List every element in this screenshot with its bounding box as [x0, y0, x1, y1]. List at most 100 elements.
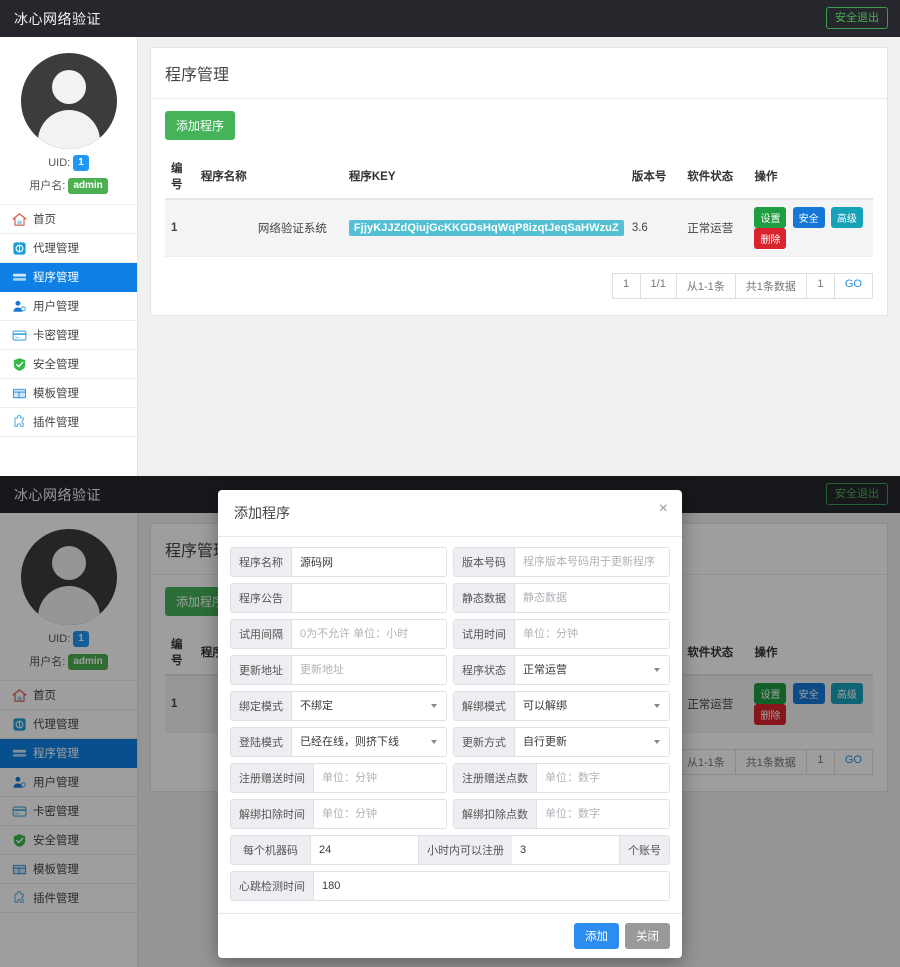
pager-total: 共1条数据	[735, 750, 807, 774]
close-icon[interactable]: ×	[659, 501, 668, 517]
pager-range: 从1-1条	[676, 274, 736, 298]
trial-time-input[interactable]	[515, 620, 669, 648]
unbind-mode-select[interactable]: 可以解绑不可解绑	[515, 692, 669, 720]
sidebar-item-security[interactable]: 安全管理	[0, 350, 137, 380]
row-action-security[interactable]: 安全	[792, 683, 825, 704]
username-badge: admin	[68, 654, 108, 671]
machine-code-accounts-input[interactable]	[512, 836, 619, 864]
form-row: 试用间隔 试用时间	[230, 619, 670, 649]
sidebar-item-card[interactable]: 卡密管理	[0, 321, 137, 351]
update-url-input[interactable]	[292, 656, 446, 684]
avatar	[20, 53, 117, 149]
sidebar-item-agent[interactable]: 代理管理	[0, 234, 137, 264]
pager-jump-input[interactable]: 1	[806, 274, 835, 298]
column-header-id: 编号	[165, 630, 197, 676]
unbind-deduct-points-input[interactable]	[537, 800, 669, 828]
field-program-status: 程序状态 正常运营暂停运营维护中	[453, 655, 670, 685]
sidebar-item-card[interactable]: 卡密管理	[0, 797, 137, 827]
column-header-status: 软件状态	[683, 154, 751, 200]
field-label: 静态数据	[454, 584, 515, 612]
sidebar-nav: 首页 代理管理 程序管理 用户管理 卡密管理 安全管理 模板管理 插件管理	[0, 205, 137, 438]
pager-go-button[interactable]: GO	[834, 750, 873, 774]
sidebar-item-user[interactable]: 用户管理	[0, 768, 137, 798]
field-label: 每个机器码	[231, 836, 311, 864]
submit-button[interactable]: 添加	[574, 923, 619, 949]
user-icon	[12, 299, 27, 314]
sidebar-item-label: 程序管理	[33, 272, 79, 285]
top-navbar: 冰心网络验证 安全退出	[0, 0, 900, 37]
program-name-input[interactable]	[292, 548, 446, 576]
program-icon	[12, 270, 27, 285]
form-row: 登陆模式 已经在线，则挤下线已经在线，则禁止登陆 更新方式 自行更新强制更新	[230, 727, 670, 757]
add-program-button[interactable]: 添加程序	[165, 111, 236, 140]
sidebar-item-home[interactable]: 首页	[0, 681, 137, 711]
version-code-input[interactable]	[515, 548, 669, 576]
field-label: 注册赠送点数	[454, 764, 537, 792]
pager-go-button[interactable]: GO	[834, 274, 873, 298]
row-action-security[interactable]: 安全	[792, 207, 825, 228]
machine-code-hours-input[interactable]	[311, 836, 418, 864]
program-status-select[interactable]: 正常运营暂停运营维护中	[515, 656, 669, 684]
chevron-down-icon: 已经在线，则挤下线已经在线，则禁止登陆	[292, 728, 446, 756]
shield-icon	[12, 357, 27, 372]
sidebar-item-plugin[interactable]: 插件管理	[0, 408, 137, 438]
update-method-select[interactable]: 自行更新强制更新	[515, 728, 669, 756]
field-program-notice: 程序公告	[230, 583, 447, 613]
user-profile: UID: 1 用户名: admin	[0, 513, 137, 682]
user-profile: UID: 1 用户名: admin	[0, 37, 137, 206]
row-action-advanced[interactable]: 高级	[830, 683, 863, 704]
sidebar-item-template[interactable]: 模板管理	[0, 855, 137, 885]
bind-mode-select[interactable]: 不绑定绑定机器码绑定IP	[292, 692, 446, 720]
pager-jump-input[interactable]: 1	[806, 750, 835, 774]
form-row-machine-code: 每个机器码 小时内可以注册 个账号	[230, 835, 670, 865]
cancel-button[interactable]: 关闭	[625, 923, 670, 949]
program-panel: 程序管理 添加程序 编号 程序名称 程序KEY 版本号 软件状态 操作 1 网络…	[150, 47, 888, 316]
sidebar-item-agent[interactable]: 代理管理	[0, 710, 137, 740]
chevron-down-icon: 可以解绑不可解绑	[515, 692, 669, 720]
cell-version: 3.6	[627, 199, 684, 257]
trial-interval-input[interactable]	[292, 620, 446, 648]
heartbeat-time-input[interactable]	[314, 872, 669, 900]
column-header-actions: 操作	[750, 154, 873, 200]
field-label: 登陆模式	[231, 728, 292, 756]
table-header-row: 编号 程序名称 程序KEY 版本号 软件状态 操作	[165, 154, 873, 200]
field-program-name: 程序名称	[230, 547, 447, 577]
unbind-deduct-time-input[interactable]	[314, 800, 446, 828]
program-notice-input[interactable]	[292, 584, 446, 612]
sidebar-item-security[interactable]: 安全管理	[0, 826, 137, 856]
login-mode-select[interactable]: 已经在线，则挤下线已经在线，则禁止登陆	[292, 728, 446, 756]
field-trial-time: 试用时间	[453, 619, 670, 649]
sidebar-item-plugin[interactable]: 插件管理	[0, 884, 137, 914]
program-key-chip[interactable]: FjjyKJJZdQiujGcKKGDsHqWqP8izqtJeqSaHWzuZ	[348, 220, 624, 236]
uid-line: UID: 1	[0, 155, 137, 171]
form-row: 程序公告 静态数据	[230, 583, 670, 613]
column-header-key: 程序KEY	[344, 154, 628, 200]
field-label: 试用时间	[454, 620, 515, 648]
sidebar-item-home[interactable]: 首页	[0, 205, 137, 235]
modal-title: 添加程序	[234, 505, 290, 521]
field-label: 解绑扣除点数	[454, 800, 537, 828]
sidebar-item-user[interactable]: 用户管理	[0, 292, 137, 322]
row-action-delete[interactable]: 删除	[754, 228, 787, 249]
username-label: 用户名:	[29, 656, 66, 668]
agent-icon	[12, 241, 27, 256]
pager-page-number[interactable]: 1	[612, 274, 641, 298]
logout-button[interactable]: 安全退出	[826, 483, 888, 506]
cell-id: 1	[165, 199, 197, 257]
row-action-advanced[interactable]: 高级	[830, 207, 863, 228]
field-unbind-mode: 解绑模式 可以解绑不可解绑	[453, 691, 670, 721]
row-action-delete[interactable]: 删除	[754, 704, 787, 725]
row-action-settings[interactable]: 设置	[754, 683, 787, 704]
register-gift-points-input[interactable]	[537, 764, 669, 792]
register-gift-time-input[interactable]	[314, 764, 446, 792]
field-label: 注册赠送时间	[231, 764, 314, 792]
user-icon	[12, 775, 27, 790]
sidebar-item-template[interactable]: 模板管理	[0, 379, 137, 409]
logout-button[interactable]: 安全退出	[826, 7, 888, 30]
sidebar-item-program[interactable]: 程序管理	[0, 739, 137, 769]
sidebar-item-label: 安全管理	[33, 835, 79, 848]
row-action-settings[interactable]: 设置	[754, 207, 787, 228]
sidebar-item-program[interactable]: 程序管理	[0, 263, 137, 293]
cell-actions: 设置 安全 高级 删除	[750, 675, 873, 733]
static-data-input[interactable]	[515, 584, 669, 612]
